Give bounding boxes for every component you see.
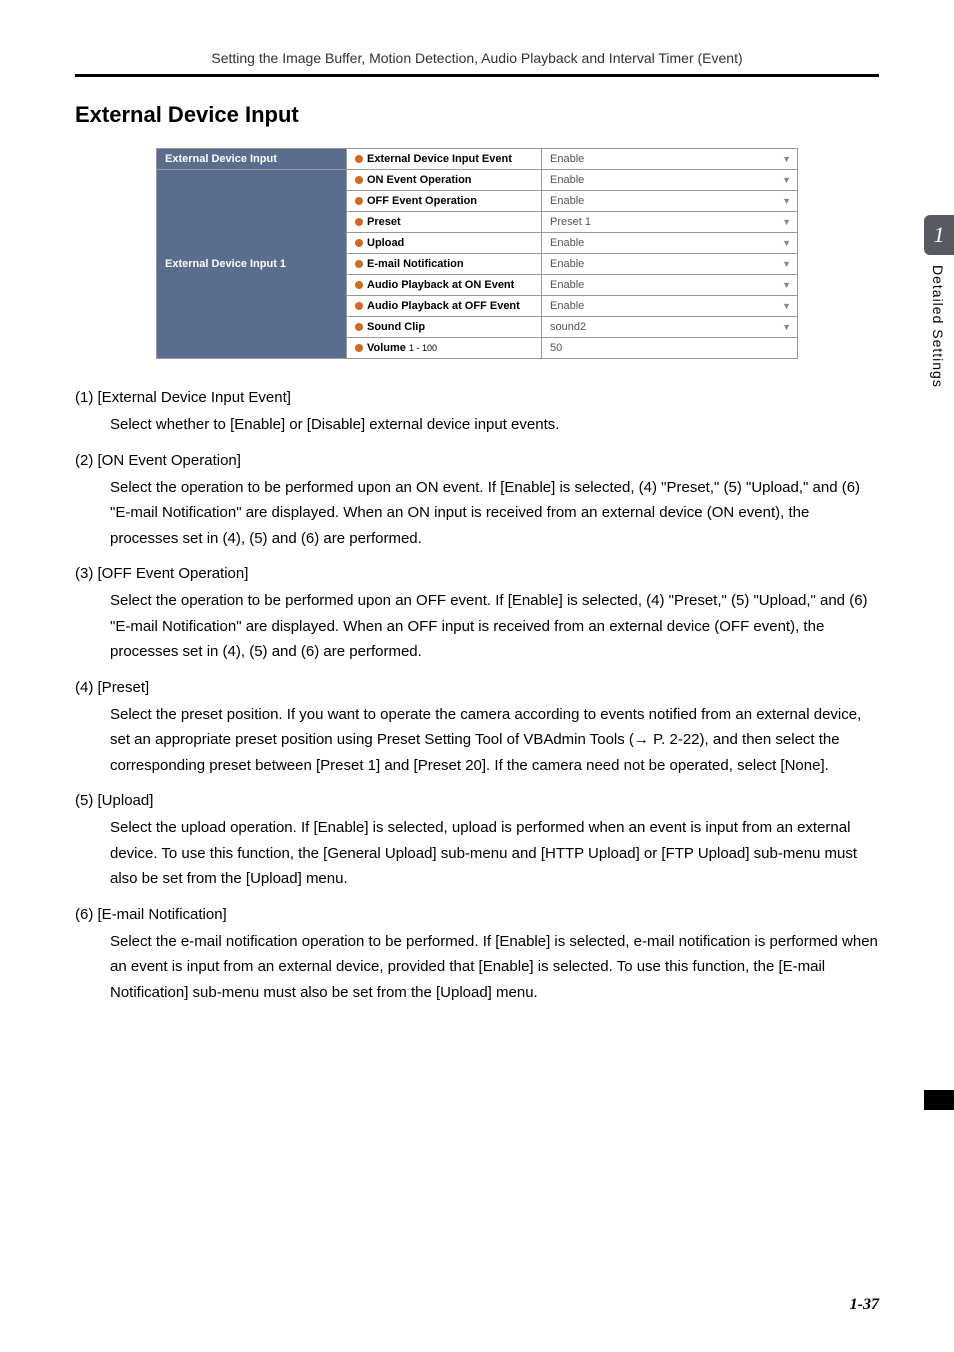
- row-label: Upload: [347, 233, 542, 254]
- section-body-4: Select the preset position. If you want …: [110, 702, 879, 779]
- chapter-label: Detailed Settings: [924, 265, 946, 388]
- header-divider: [75, 74, 879, 77]
- bullet-icon: [355, 281, 363, 289]
- chevron-down-icon: ▼: [782, 322, 791, 332]
- label-text: Audio Playback at ON Event: [367, 279, 514, 291]
- label-text: External Device Input Event: [367, 153, 512, 165]
- bullet-icon: [355, 197, 363, 205]
- dropdown-value[interactable]: Enable ▼: [542, 296, 798, 317]
- value-text: Enable: [550, 195, 584, 207]
- label-text: Preset: [367, 216, 401, 228]
- section-5: (5) [Upload] Select the upload operation…: [75, 792, 879, 892]
- row-label: Audio Playback at ON Event: [347, 275, 542, 296]
- dropdown-value[interactable]: Enable ▼: [542, 233, 798, 254]
- bullet-icon: [355, 344, 363, 352]
- value-text: Enable: [550, 279, 584, 291]
- section-3: (3) [OFF Event Operation] Select the ope…: [75, 565, 879, 665]
- chapter-number: 1: [924, 215, 954, 255]
- chevron-down-icon: ▼: [782, 280, 791, 290]
- side-marker: [924, 1090, 954, 1110]
- section-body-6: Select the e-mail notification operation…: [110, 929, 879, 1006]
- label-text: Volume: [367, 342, 406, 354]
- dropdown-value[interactable]: sound2 ▼: [542, 317, 798, 338]
- table-row: External Device Input 1 ON Event Operati…: [157, 170, 798, 191]
- chevron-down-icon: ▼: [782, 154, 791, 164]
- settings-table: External Device Input External Device In…: [156, 148, 798, 359]
- section-body-3: Select the operation to be performed upo…: [110, 588, 879, 665]
- row-label: ON Event Operation: [347, 170, 542, 191]
- section-heading-1: (1) [External Device Input Event]: [75, 389, 879, 406]
- value-text: Enable: [550, 258, 584, 270]
- dropdown-value[interactable]: Preset 1 ▼: [542, 212, 798, 233]
- section-6: (6) [E-mail Notification] Select the e-m…: [75, 906, 879, 1006]
- section-body-5: Select the upload operation. If [Enable]…: [110, 815, 879, 892]
- group-header-1: External Device Input: [157, 149, 347, 170]
- value-text: sound2: [550, 321, 586, 333]
- section-heading-6: (6) [E-mail Notification]: [75, 906, 879, 923]
- range-text: 1 - 100: [409, 343, 437, 353]
- section-body-2: Select the operation to be performed upo…: [110, 475, 879, 552]
- dropdown-value[interactable]: Enable ▼: [542, 149, 798, 170]
- section-4: (4) [Preset] Select the preset position.…: [75, 679, 879, 779]
- value-text: Enable: [550, 174, 584, 186]
- bullet-icon: [355, 302, 363, 310]
- label-text: Sound Clip: [367, 321, 425, 333]
- bullet-icon: [355, 260, 363, 268]
- value-text: Enable: [550, 300, 584, 312]
- bullet-icon: [355, 323, 363, 331]
- row-label: OFF Event Operation: [347, 191, 542, 212]
- value-text: Preset 1: [550, 216, 591, 228]
- section-1: (1) [External Device Input Event] Select…: [75, 389, 879, 438]
- chevron-down-icon: ▼: [782, 217, 791, 227]
- label-text: Audio Playback at OFF Event: [367, 300, 520, 312]
- value-text: Enable: [550, 237, 584, 249]
- row-label: Sound Clip: [347, 317, 542, 338]
- section-heading-4: (4) [Preset]: [75, 679, 879, 696]
- section-heading-3: (3) [OFF Event Operation]: [75, 565, 879, 582]
- row-label: Volume 1 - 100: [347, 338, 542, 359]
- dropdown-value[interactable]: Enable ▼: [542, 275, 798, 296]
- text-value[interactable]: 50: [542, 338, 798, 359]
- chevron-down-icon: ▼: [782, 259, 791, 269]
- chevron-down-icon: ▼: [782, 175, 791, 185]
- bullet-icon: [355, 155, 363, 163]
- bullet-icon: [355, 218, 363, 226]
- bullet-icon: [355, 176, 363, 184]
- section-heading-2: (2) [ON Event Operation]: [75, 452, 879, 469]
- group-header-2: External Device Input 1: [157, 170, 347, 359]
- row-label: E-mail Notification: [347, 254, 542, 275]
- row-label: Preset: [347, 212, 542, 233]
- page-number: 1-37: [850, 1296, 879, 1314]
- chevron-down-icon: ▼: [782, 301, 791, 311]
- label-text: Upload: [367, 237, 404, 249]
- page: Setting the Image Buffer, Motion Detecti…: [0, 0, 954, 1352]
- side-tab: 1 Detailed Settings: [924, 215, 954, 388]
- section-2: (2) [ON Event Operation] Select the oper…: [75, 452, 879, 552]
- row-label: Audio Playback at OFF Event: [347, 296, 542, 317]
- value-text: 50: [550, 342, 562, 354]
- chevron-down-icon: ▼: [782, 238, 791, 248]
- dropdown-value[interactable]: Enable ▼: [542, 254, 798, 275]
- row-label: External Device Input Event: [347, 149, 542, 170]
- section-heading: External Device Input: [75, 102, 879, 128]
- page-header: Setting the Image Buffer, Motion Detecti…: [75, 50, 879, 66]
- dropdown-value[interactable]: Enable ▼: [542, 170, 798, 191]
- section-body-1: Select whether to [Enable] or [Disable] …: [110, 412, 879, 438]
- label-text: E-mail Notification: [367, 258, 464, 270]
- label-text: OFF Event Operation: [367, 195, 477, 207]
- bullet-icon: [355, 239, 363, 247]
- chevron-down-icon: ▼: [782, 196, 791, 206]
- value-text: Enable: [550, 153, 584, 165]
- dropdown-value[interactable]: Enable ▼: [542, 191, 798, 212]
- table-row: External Device Input External Device In…: [157, 149, 798, 170]
- label-text: ON Event Operation: [367, 174, 472, 186]
- section-heading-5: (5) [Upload]: [75, 792, 879, 809]
